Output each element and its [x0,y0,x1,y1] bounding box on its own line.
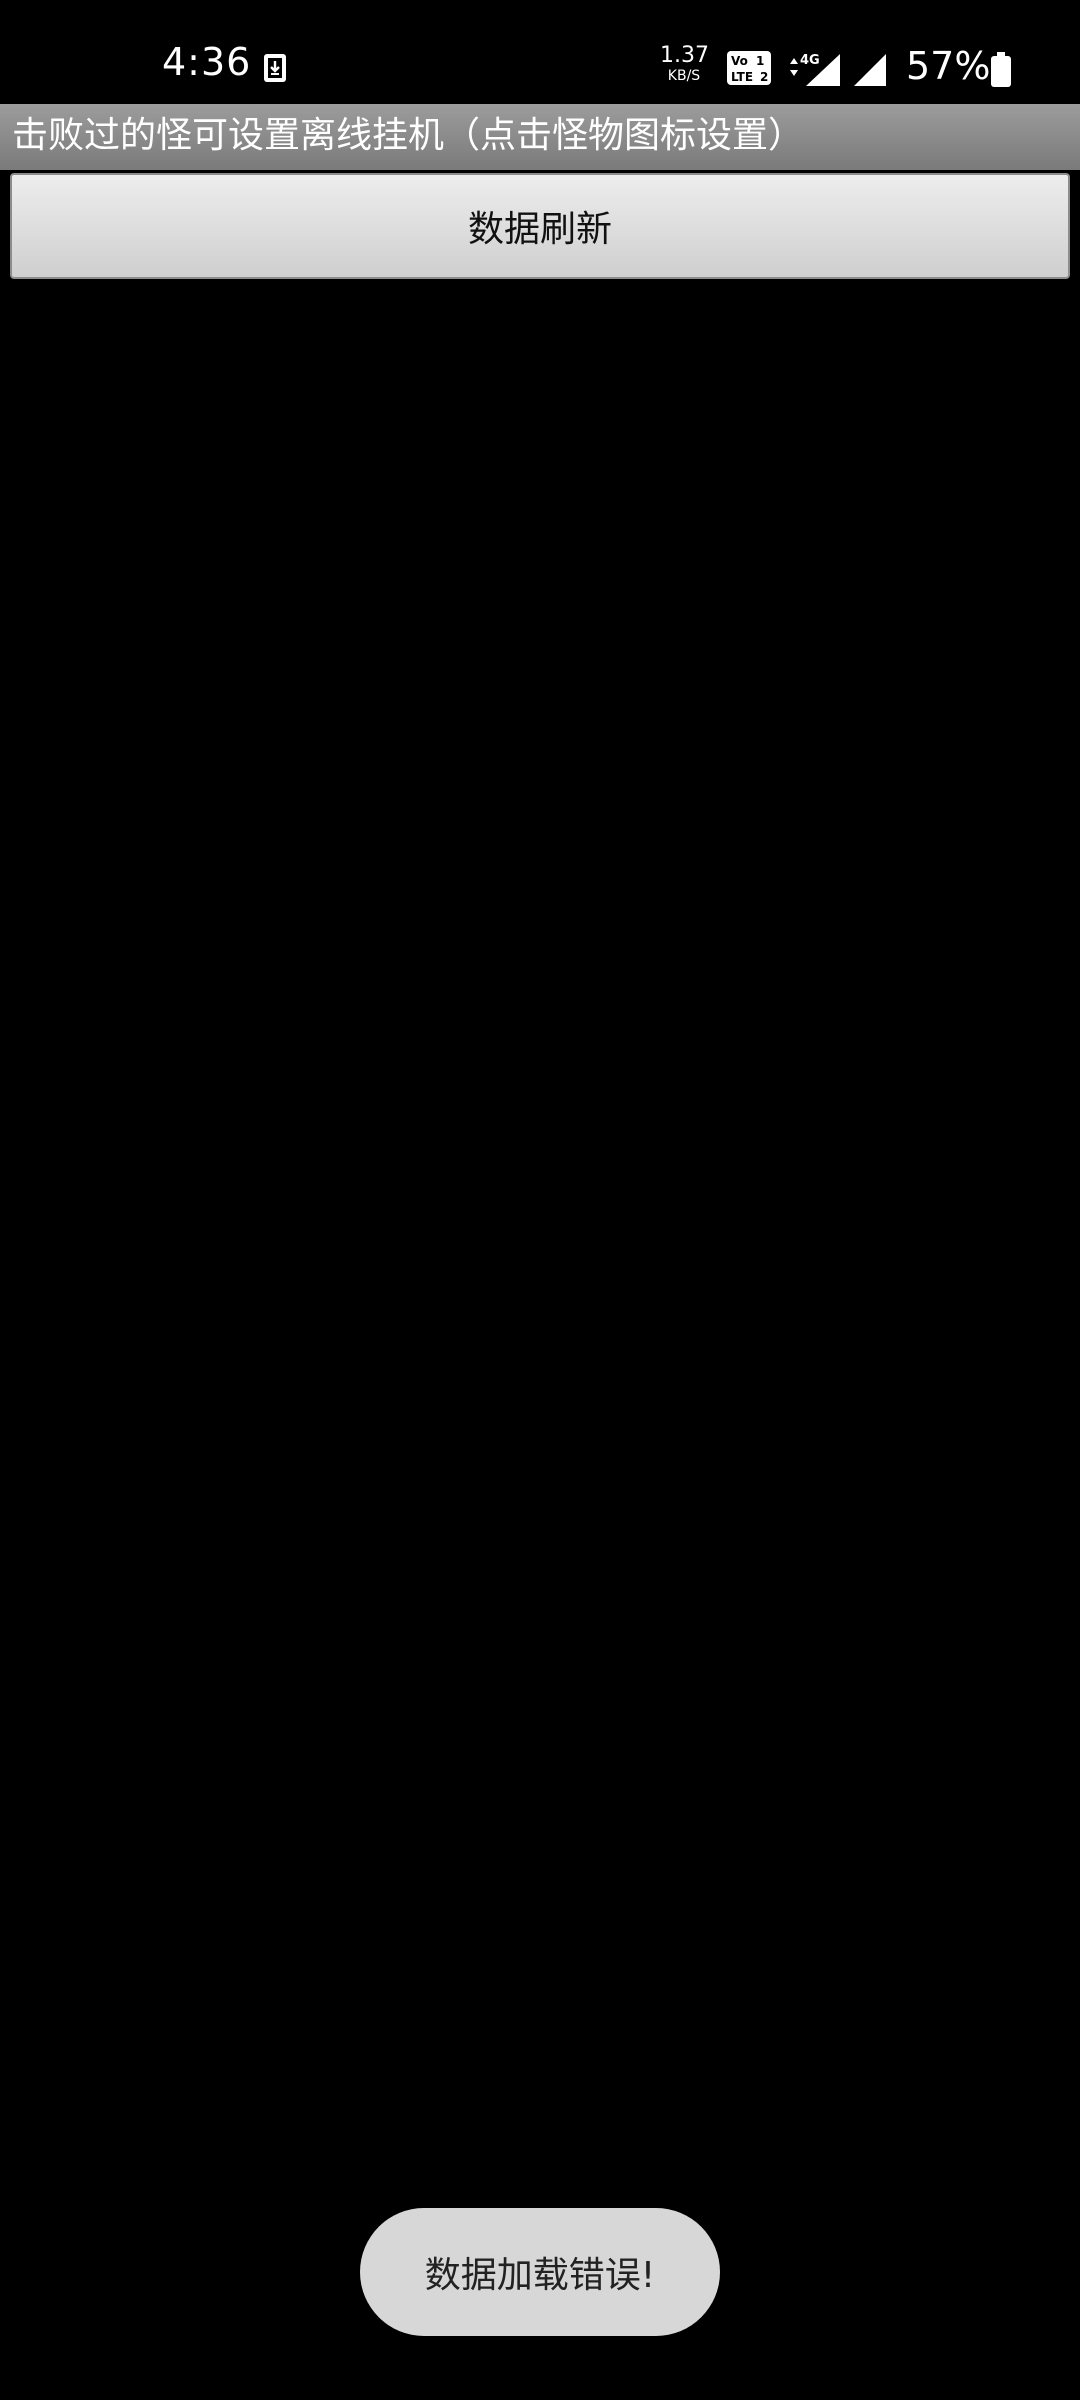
battery-icon [991,52,1011,87]
toast-message: 数据加载错误! [424,2255,656,2296]
network-speed-value: 1.37 [660,43,709,68]
network-speed-indicator: 1.37 KB/S [660,43,709,90]
svg-text:Vo: Vo [731,54,748,68]
refresh-data-button[interactable]: 数据刷新 [10,173,1070,279]
network-type-label: 4G [800,53,820,68]
status-time: 4:36 [162,40,252,84]
status-bar: 4:36 1.37 KB/S Vo 1 LTE 2 4G 57% [0,0,1080,104]
svg-text:LTE: LTE [731,70,753,84]
error-toast: 数据加载错误! [360,2208,720,2336]
download-notification-icon [264,54,286,82]
title-bar: 击败过的怪可设置离线挂机（点击怪物图标设置） [0,104,1080,170]
signal-icon [854,54,886,86]
svg-text:2: 2 [760,70,768,84]
page-title: 击败过的怪可设置离线挂机（点击怪物图标设置） [12,115,805,156]
volte-lte2-icon: Vo 1 LTE 2 [727,51,771,85]
battery-percent: 57% [906,44,991,88]
signal-4g-icon: 4G [790,53,840,86]
network-speed-unit: KB/S [667,68,701,84]
svg-text:1: 1 [756,54,764,68]
monster-list-area [0,290,1080,2400]
